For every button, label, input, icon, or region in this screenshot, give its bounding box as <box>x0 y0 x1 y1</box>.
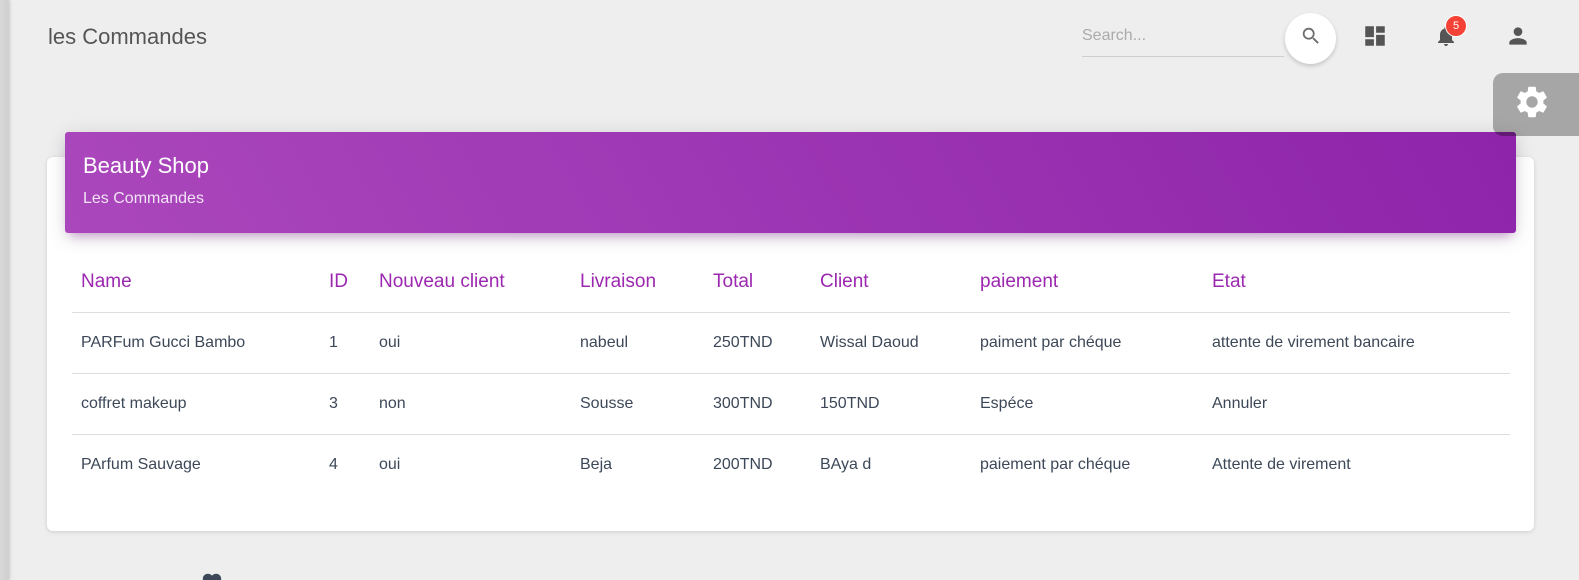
page-title: les Commandes <box>48 24 207 49</box>
cell-nouveau-client: non <box>370 373 571 435</box>
column-header-name: Name <box>72 252 320 313</box>
cell-id: 4 <box>329 456 338 473</box>
cell-name: PArfum Sauvage <box>81 456 201 473</box>
search-field[interactable] <box>1082 18 1284 57</box>
cell-etat: Annuler <box>1203 373 1510 435</box>
search-input[interactable] <box>1082 18 1282 54</box>
column-header-total: Total <box>704 252 811 313</box>
cell-livraison: Beja <box>580 456 613 473</box>
table-row: coffret makeup 3 non Sousse 300TND 150TN… <box>72 373 1510 435</box>
column-header-livraison: Livraison <box>571 252 704 313</box>
column-header-paiement: paiement <box>971 252 1203 313</box>
cell-livraison: nabeul <box>571 312 704 374</box>
cell-nouveau-client: oui <box>379 456 401 473</box>
column-header-client: Client <box>811 252 971 313</box>
notification-badge: 5 <box>1445 15 1467 37</box>
gear-icon <box>1513 83 1551 126</box>
cell-name: coffret makeup <box>72 373 320 435</box>
cell-total: 250TND <box>704 312 811 374</box>
table-header-row: Name ID Nouveau client Livraison Total C… <box>72 252 1510 313</box>
search-icon <box>1300 25 1322 52</box>
cell-client: 150TND <box>811 373 971 435</box>
settings-toggle[interactable] <box>1493 73 1579 136</box>
table-row: PARFum Gucci Bambo 1 oui nabeul 250TND W… <box>72 312 1510 374</box>
card-header: Beauty Shop Les Commandes <box>65 132 1516 233</box>
cell-livraison: Sousse <box>571 373 704 435</box>
cell-etat: attente de virement bancaire <box>1203 312 1510 374</box>
cell-paiement: paiement par chéque <box>980 456 1131 473</box>
cell-nouveau-client: oui <box>370 312 571 374</box>
column-header-id: ID <box>320 252 370 313</box>
dashboard-icon <box>1362 23 1388 54</box>
cell-total: 200TND <box>713 456 773 473</box>
cell-paiement: paiment par chéque <box>971 312 1203 374</box>
cell-id: 1 <box>320 312 370 374</box>
column-header-nouveau-client: Nouveau client <box>370 252 571 313</box>
cell-etat: Attente de virement <box>1212 456 1351 473</box>
person-icon <box>1505 23 1531 54</box>
card-subtitle: Les Commandes <box>83 190 204 207</box>
profile-button[interactable] <box>1504 24 1532 52</box>
card-title: Beauty Shop <box>83 153 209 178</box>
cell-paiement: Espéce <box>971 373 1203 435</box>
cell-total: 300TND <box>704 373 811 435</box>
cell-client: BAya d <box>820 456 872 473</box>
cell-id: 3 <box>320 373 370 435</box>
dashboard-button[interactable] <box>1361 24 1389 52</box>
heart-icon <box>199 571 225 580</box>
table-row: PArfum Sauvage 4 oui Beja 200TND BAya d … <box>72 435 1510 496</box>
orders-table: Name ID Nouveau client Livraison Total C… <box>72 252 1510 495</box>
sidebar-edge <box>0 0 9 580</box>
cell-name: PARFum Gucci Bambo <box>72 312 320 374</box>
column-header-etat: Etat <box>1203 252 1510 313</box>
cell-client: Wissal Daoud <box>811 312 971 374</box>
search-button[interactable] <box>1285 13 1336 64</box>
